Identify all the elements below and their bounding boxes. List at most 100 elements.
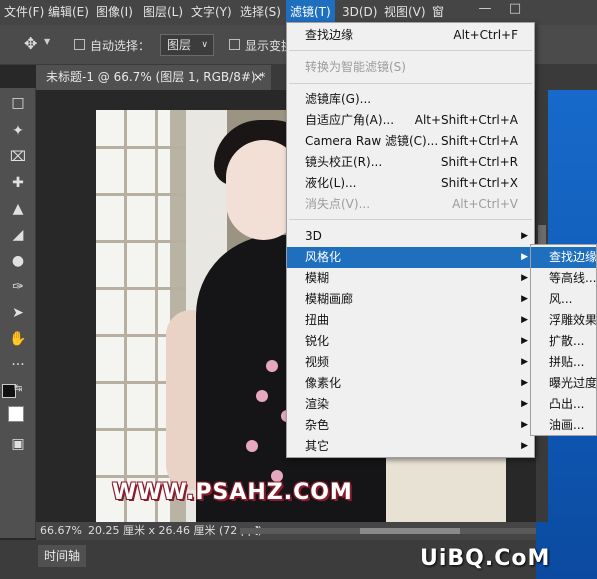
submenu-arrow-icon: ▶ bbox=[521, 357, 528, 367]
menu-item-label: 像素化 bbox=[305, 376, 342, 390]
menu-item-noise[interactable]: 杂色 ▶ bbox=[287, 415, 534, 436]
menu-select[interactable]: 选择(S) bbox=[236, 0, 285, 25]
menu-item-label: Camera Raw 滤镜(C)... bbox=[305, 134, 439, 148]
submenu-item-oil-paint[interactable]: 油画... bbox=[531, 415, 596, 435]
submenu-arrow-icon: ▶ bbox=[521, 252, 528, 262]
submenu-item-solarize[interactable]: 曝光过度 bbox=[531, 373, 596, 394]
submenu-arrow-icon: ▶ bbox=[521, 399, 528, 409]
menu-item-video[interactable]: 视频 ▶ bbox=[287, 352, 534, 373]
marquee-tool-icon[interactable]: □ bbox=[4, 92, 32, 114]
menu-item-pixelate[interactable]: 像素化 ▶ bbox=[287, 373, 534, 394]
menu-item-label: 滤镜库(G)... bbox=[305, 92, 372, 106]
show-transform-checkbox[interactable] bbox=[229, 39, 240, 50]
menu-separator bbox=[289, 83, 532, 84]
pen-tool-icon[interactable]: ✑ bbox=[4, 276, 32, 298]
menu-item-convert-smart-filters: 转换为智能滤镜(S) bbox=[287, 57, 534, 78]
crop-tool-icon[interactable]: ⌧ bbox=[4, 146, 32, 168]
menu-item-label: 自适应广角(A)... bbox=[305, 113, 395, 127]
maximize-icon[interactable]: □ bbox=[500, 0, 530, 20]
dress-flower bbox=[256, 390, 268, 402]
document-tab-title: 未标题-1 @ 66.7% (图层 1, RGB/8#) * bbox=[46, 70, 266, 84]
submenu-arrow-icon: ▶ bbox=[521, 420, 528, 430]
submenu-arrow-icon: ▶ bbox=[521, 294, 528, 304]
menu-item-blur-gallery[interactable]: 模糊画廊 ▶ bbox=[287, 289, 534, 310]
menu-image[interactable]: 图像(I) bbox=[92, 0, 137, 25]
menu-type[interactable]: 文字(Y) bbox=[187, 0, 236, 25]
auto-select-label: 自动选择： bbox=[90, 39, 151, 53]
menu-item-find-edges[interactable]: 查找边缘 Alt+Ctrl+F bbox=[287, 25, 534, 46]
submenu-item-diffuse[interactable]: 扩散... bbox=[531, 331, 596, 352]
move-tool-icon: ✥ bbox=[24, 34, 38, 53]
menu-file[interactable]: 文件(F) bbox=[0, 0, 48, 25]
stamp-tool-icon[interactable]: ▲ bbox=[4, 198, 32, 220]
submenu-item-wind[interactable]: 风... bbox=[531, 289, 596, 310]
path-selection-tool-icon[interactable]: ➤ bbox=[4, 302, 32, 324]
menu-item-blur[interactable]: 模糊 ▶ bbox=[287, 268, 534, 289]
menu-item-liquify[interactable]: 液化(L)... Shift+Ctrl+X bbox=[287, 173, 534, 194]
minimize-icon[interactable]: — bbox=[470, 0, 500, 20]
menu-item-label: 其它 bbox=[305, 439, 330, 453]
menu-item-stylize[interactable]: 风格化 ▶ bbox=[287, 247, 534, 268]
auto-select-checkbox[interactable] bbox=[74, 39, 85, 50]
submenu-item-emboss[interactable]: 浮雕效果... bbox=[531, 310, 596, 331]
swap-colors-icon[interactable]: ↹ bbox=[14, 383, 22, 394]
chevron-down-icon[interactable]: ▼ bbox=[44, 37, 50, 46]
menu-item-adaptive-wide-angle[interactable]: 自适应广角(A)... Alt+Shift+Ctrl+A bbox=[287, 110, 534, 131]
menu-item-shortcut: Shift+Ctrl+X bbox=[441, 176, 518, 190]
dropdown-value: 图层 bbox=[167, 38, 192, 52]
menu-separator bbox=[289, 50, 532, 51]
menu-item-label: 镜头校正(R)... bbox=[305, 155, 383, 169]
tools-panel: □ ✦ ⌧ ✚ ▲ ◢ ● ✑ ➤ ✋ ··· ↹ ▣ bbox=[0, 88, 36, 538]
quick-mask-icon[interactable]: ▣ bbox=[4, 433, 32, 455]
menu-item-label: 查找边缘 bbox=[305, 28, 354, 42]
menu-item-label: 风格化 bbox=[305, 250, 342, 264]
zoom-level[interactable]: 66.67% bbox=[40, 522, 82, 540]
menu-edit[interactable]: 编辑(E) bbox=[44, 0, 93, 25]
horizontal-scrollbar[interactable] bbox=[240, 528, 536, 534]
menu-item-label: 液化(L)... bbox=[305, 176, 357, 190]
menu-item-3d[interactable]: 3D ▶ bbox=[287, 226, 534, 247]
menu-item-label: 转换为智能滤镜(S) bbox=[305, 60, 406, 74]
eraser-tool-icon[interactable]: ◢ bbox=[4, 224, 32, 246]
site-logo: UiBQ.CoM bbox=[420, 546, 551, 571]
menu-separator bbox=[289, 219, 532, 220]
menu-item-render[interactable]: 渲染 ▶ bbox=[287, 394, 534, 415]
menu-item-shortcut: Shift+Ctrl+R bbox=[440, 155, 518, 169]
magic-wand-tool-icon[interactable]: ✦ bbox=[4, 120, 32, 142]
submenu-item-tiles[interactable]: 拼贴... bbox=[531, 352, 596, 373]
menu-item-sharpen[interactable]: 锐化 ▶ bbox=[287, 331, 534, 352]
menu-item-camera-raw[interactable]: Camera Raw 滤镜(C)... Shift+Ctrl+A bbox=[287, 131, 534, 152]
tab-timeline[interactable]: 时间轴 bbox=[38, 545, 86, 567]
submenu-arrow-icon: ▶ bbox=[521, 378, 528, 388]
menu-item-label: 锐化 bbox=[305, 334, 330, 348]
menu-item-vanishing-point: 消失点(V)... Alt+Ctrl+V bbox=[287, 194, 534, 215]
menu-item-filter-gallery[interactable]: 滤镜库(G)... bbox=[287, 89, 534, 110]
menu-item-label: 消失点(V)... bbox=[305, 197, 371, 211]
menu-item-distort[interactable]: 扭曲 ▶ bbox=[287, 310, 534, 331]
menu-item-label: 模糊画廊 bbox=[305, 292, 354, 306]
menu-item-label: 杂色 bbox=[305, 418, 330, 432]
menu-item-label: 扭曲 bbox=[305, 313, 330, 327]
menu-layer[interactable]: 图层(L) bbox=[139, 0, 187, 25]
menu-item-lens-correction[interactable]: 镜头校正(R)... Shift+Ctrl+R bbox=[287, 152, 534, 173]
background-color-swatch[interactable] bbox=[8, 406, 24, 422]
submenu-item-contour[interactable]: 等高线... bbox=[531, 268, 596, 289]
blur-tool-icon[interactable]: ● bbox=[4, 250, 32, 272]
healing-brush-tool-icon[interactable]: ✚ bbox=[4, 172, 32, 194]
submenu-item-find-edges[interactable]: 查找边缘 bbox=[531, 247, 596, 268]
submenu-arrow-icon: ▶ bbox=[521, 441, 528, 451]
auto-select-target-dropdown[interactable]: 图层 ∨ bbox=[160, 34, 214, 56]
chevron-down-icon: ∨ bbox=[201, 40, 208, 50]
table bbox=[376, 450, 506, 522]
submenu-item-extrude[interactable]: 凸出... bbox=[531, 394, 596, 415]
menu-item-other[interactable]: 其它 ▶ bbox=[287, 436, 534, 457]
document-size: 20.25 厘米 x 26.46 厘米 (72 ppi) bbox=[88, 524, 263, 537]
close-tab-icon[interactable]: × bbox=[253, 65, 263, 90]
submenu-arrow-icon: ▶ bbox=[521, 336, 528, 346]
hand-tool-icon[interactable]: ✋ bbox=[4, 328, 32, 350]
more-tools-icon[interactable]: ··· bbox=[4, 354, 32, 376]
scrollbar-thumb[interactable] bbox=[360, 528, 460, 534]
document-tab[interactable]: 未标题-1 @ 66.7% (图层 1, RGB/8#) * × bbox=[36, 65, 271, 90]
dress-flower bbox=[266, 360, 278, 372]
menu-item-label: 视频 bbox=[305, 355, 330, 369]
